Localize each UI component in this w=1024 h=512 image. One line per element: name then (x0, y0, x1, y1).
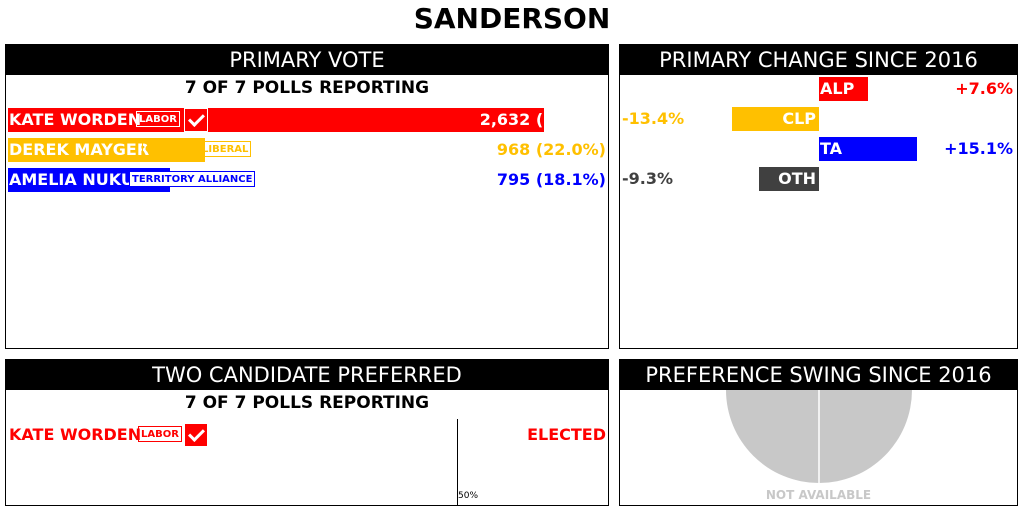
change-value-label: -9.3% (622, 169, 674, 188)
pref-swing-status: NOT AVAILABLE (765, 488, 872, 502)
primary-change-panel: PRIMARY CHANGE SINCE 2016 ALP +7.6% CLP -13… (619, 44, 1018, 349)
elected-check-icon (185, 424, 207, 446)
two-candidate-status: ELECTED (527, 425, 606, 444)
midline-label: 50% (458, 491, 479, 501)
change-value-label: -13.4% (622, 109, 685, 128)
candidate-name: AMELIA NUKU (9, 170, 134, 189)
two-candidate-header: TWO CANDIDATE PREFERRED (6, 360, 608, 390)
party-badge: COUNTRY LIBERAL (142, 141, 252, 157)
two-candidate-party-badge: LABOR (138, 426, 182, 442)
change-party-label: OTH (778, 169, 816, 188)
candidate-vote-value: 2,632 (59.9%) (479, 110, 606, 129)
change-party-label: CLP (782, 109, 816, 128)
primary-vote-panel: PRIMARY VOTE 7 OF 7 POLLS REPORTING KATE… (5, 44, 609, 349)
elected-check-icon (184, 108, 208, 132)
page-title: SANDERSON (413, 2, 611, 35)
primary-vote-row: DEREK MAYGER COUNTRY LIBERAL 968 (22.0%) (8, 138, 608, 162)
change-value-label: +15.1% (944, 139, 1013, 158)
pref-swing-header: PREFERENCE SWING SINCE 2016 (620, 360, 1017, 390)
two-candidate-name: KATE WORDEN (9, 425, 142, 444)
primary-vote-row: KATE WORDEN LABOR 2,632 (59.9%) (8, 108, 608, 132)
change-party-label: TA (820, 139, 843, 158)
primary-vote-header: PRIMARY VOTE (6, 45, 608, 75)
primary-change-header: PRIMARY CHANGE SINCE 2016 (620, 45, 1017, 75)
change-value-label: +7.6% (955, 79, 1013, 98)
candidate-vote-value: 968 (22.0%) (496, 140, 606, 159)
candidate-name: KATE WORDEN (9, 110, 142, 129)
change-party-label: ALP (820, 79, 855, 98)
candidate-name: DEREK MAYGER (9, 140, 150, 159)
pref-swing-panel: PREFERENCE SWING SINCE 2016 NOT AVAILABL… (619, 359, 1018, 506)
two-candidate-reporting: 7 OF 7 POLLS REPORTING (184, 393, 430, 413)
primary-vote-reporting: 7 OF 7 POLLS REPORTING (184, 78, 430, 98)
two-candidate-panel: TWO CANDIDATE PREFERRED 7 OF 7 POLLS REP… (5, 359, 609, 506)
candidate-vote-value: 795 (18.1%) (496, 170, 606, 189)
two-candidate-row: KATE WORDEN LABOR ELECTED (8, 423, 608, 447)
primary-vote-row: AMELIA NUKU TERRITORY ALLIANCE 795 (18.1%) (8, 168, 608, 192)
party-badge: LABOR (136, 111, 180, 127)
party-badge: TERRITORY ALLIANCE (129, 171, 256, 187)
